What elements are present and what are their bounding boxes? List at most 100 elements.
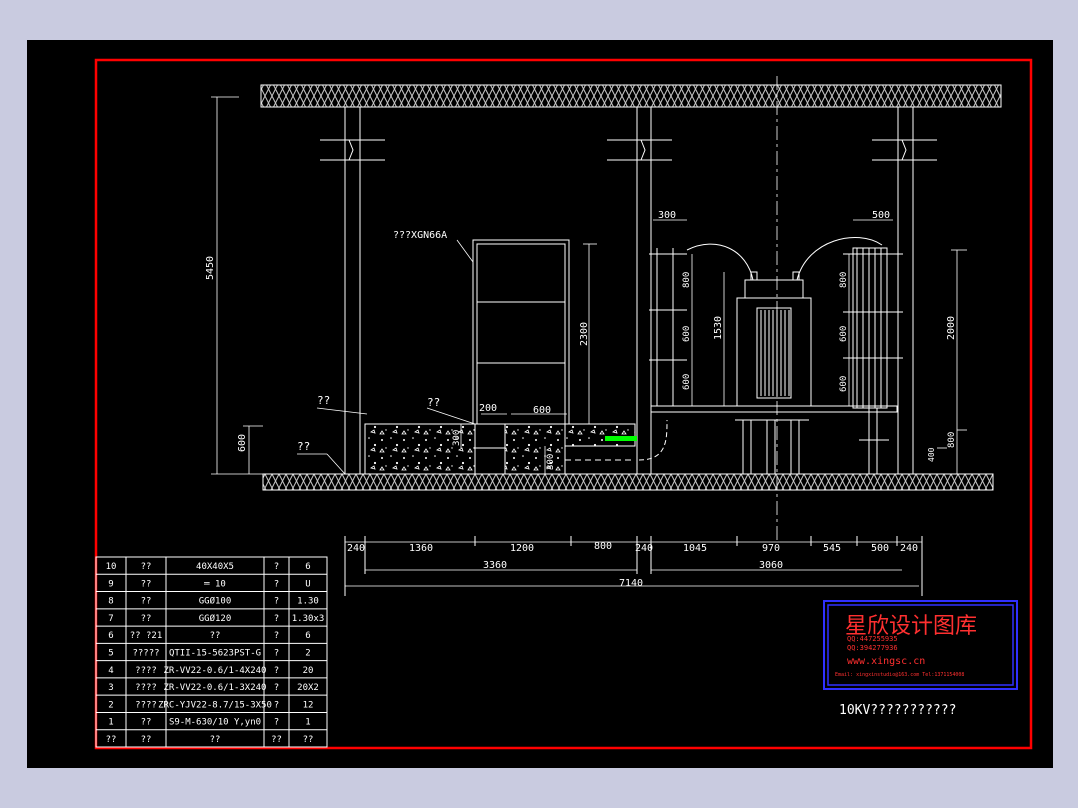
studio-stamp-logo: 星欣设计图库 QQ:447255935 QQ:394277936 www.xin… [823, 600, 1018, 690]
sub-dim-left: 3360 [483, 560, 507, 571]
trench-concrete-mid [504, 423, 566, 475]
dim-right-2000: 2000 [946, 316, 957, 340]
table-cell: 10 [106, 562, 117, 572]
table-cell: ?? [141, 718, 152, 728]
ceiling-slab [260, 84, 1002, 108]
dim-height-total: 5450 [205, 256, 216, 280]
bottom-dim: 800 [594, 541, 612, 552]
table-cell: 6 [305, 562, 310, 572]
trench-note: ?? [427, 396, 440, 409]
table-cell: ?? [210, 735, 221, 745]
bottom-dim: 1200 [510, 543, 534, 554]
table-cell: ?? [141, 562, 152, 572]
table-cell: 3 [108, 683, 113, 693]
bottom-dim: 1045 [683, 543, 707, 554]
table-cell: ? [274, 597, 279, 607]
drawing-title: 10KV??????????? [839, 703, 956, 718]
ground-marker [605, 436, 637, 441]
dim-cable-depth: 300 [452, 430, 462, 446]
table-cell: 20X2 [297, 683, 319, 693]
bottom-dim: 240 [900, 543, 918, 554]
cad-drawing-area[interactable]: ???XGN66A ?? ?? ?? 5450 600 2300 300 200… [27, 40, 1053, 768]
table-cell: ? [274, 683, 279, 693]
parts-table: 10?? 40X40X5? 6 9?? ═ 10? U 8?? GGØ100? 1.30 7?? G… [95, 556, 328, 748]
table-cell: ???? [135, 700, 157, 710]
total-dim: 7140 [619, 578, 643, 589]
bottom-dim: 240 [635, 543, 653, 554]
bottom-dim: 545 [823, 543, 841, 554]
bottom-dim: 240 [347, 543, 365, 554]
trench-concrete-right [564, 423, 636, 447]
floor-slab [262, 473, 994, 491]
table-cell: ?? [141, 579, 152, 589]
stamp-email: Email: xingxinstudio@163.com Tel:1371154… [835, 672, 964, 678]
table-cell: 1.30x3 [292, 614, 325, 624]
table-cell: ?? [210, 631, 221, 641]
table-cell: ? [274, 718, 279, 728]
switchgear-cabinet[interactable] [472, 239, 570, 425]
table-cell: ???? [135, 683, 157, 693]
dim-right-800: 800 [947, 432, 957, 448]
table-cell: ZR-VV22-0.6/1-3X240 [164, 683, 267, 693]
table-cell: 9 [108, 579, 113, 589]
stamp-qq2: QQ:394277936 [847, 644, 898, 652]
table-cell: ? [274, 614, 279, 624]
dim-right-v2: 600 [839, 326, 849, 342]
dim-right-v1: 800 [839, 272, 849, 288]
bottom-dim: 500 [871, 543, 889, 554]
dim-right-400: 400 [927, 447, 936, 462]
table-cell: 7 [108, 614, 113, 624]
table-cell: ? [274, 631, 279, 641]
table-cell: 20 [303, 666, 314, 676]
columns [320, 107, 937, 474]
floor-note: ?? [297, 440, 310, 453]
table-cell: 40X40X5 [196, 562, 234, 572]
dim-trench-w: 200 [479, 403, 497, 414]
table-cell: 12 [303, 700, 314, 710]
table-cell: U [305, 579, 310, 589]
table-cell: ? [274, 700, 279, 710]
stamp-url: www.xingsc.cn [847, 656, 925, 667]
table-cell: ? [274, 562, 279, 572]
dim-left-v2: 600 [682, 326, 692, 342]
table-cell: 5 [108, 649, 113, 659]
table-cell: 8 [108, 597, 113, 607]
sub-dim-right: 3060 [759, 560, 783, 571]
cable-trench [474, 423, 506, 449]
table-cell: 1 [305, 718, 310, 728]
table-cell: GGØ100 [199, 596, 232, 607]
table-cell: GGØ120 [199, 613, 232, 624]
table-cell: ? [274, 666, 279, 676]
table-cell: 6 [305, 631, 310, 641]
table-cell: ?? ?21 [130, 631, 163, 641]
left-note: ?? [317, 394, 330, 407]
dim-left-v3: 600 [682, 374, 692, 390]
table-cell: ?? [271, 735, 282, 745]
table-cell: ?? [141, 597, 152, 607]
dim-cabinet-h: 2300 [579, 322, 590, 346]
bottom-dim: 970 [762, 543, 780, 554]
table-cell: 1 [108, 718, 113, 728]
table-cell: 2 [305, 649, 310, 659]
dim-trench2-w: 600 [533, 405, 551, 416]
dim-left-v1: 800 [682, 272, 692, 288]
table-cell: 4 [108, 666, 113, 676]
table-cell: ? [274, 649, 279, 659]
table-cell: ? [274, 579, 279, 589]
table-cell: ????? [132, 649, 159, 659]
table-cell: S9-M-630/10 Y,yn0 [169, 718, 261, 728]
dim-right-v3: 600 [839, 376, 849, 392]
dim-bracket-right: 500 [872, 210, 890, 221]
cabinet-label: ???XGN66A [393, 230, 447, 241]
dim-bracket-left: 300 [658, 210, 676, 221]
dim-height-left: 600 [237, 434, 248, 452]
table-cell: ═ 10 [203, 579, 226, 589]
dim-pit-depth: 300 [546, 454, 556, 470]
table-cell: 6 [108, 631, 113, 641]
table-cell: QTII-15-5623PST-G [169, 649, 261, 659]
cad-drawing: ???XGN66A ?? ?? ?? 5450 600 2300 300 200… [94, 58, 1033, 750]
table-cell: ZRC-YJV22-8.7/15-3X50 [158, 700, 272, 710]
table-cell: ?? [303, 735, 314, 745]
dim-transformer-h: 1530 [713, 316, 724, 340]
table-cell: 2 [108, 700, 113, 710]
